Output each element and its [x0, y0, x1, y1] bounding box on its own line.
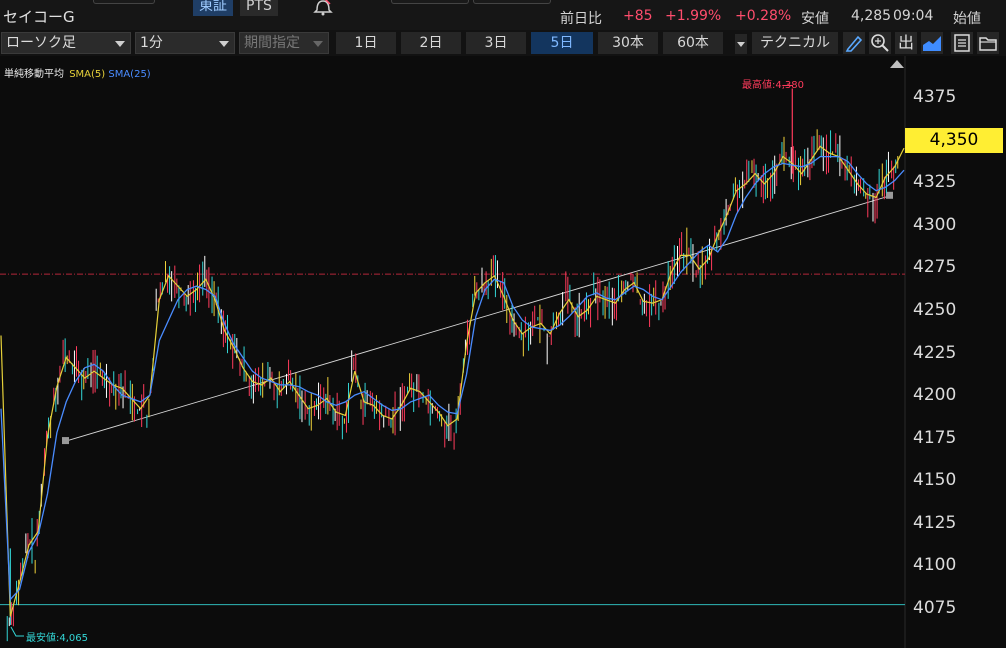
- y-tick-label: 4175: [913, 427, 957, 448]
- period-60bars-button[interactable]: 60本: [663, 32, 723, 54]
- period-1day-button[interactable]: 1日: [336, 32, 396, 54]
- chevron-down-icon: [115, 41, 125, 47]
- period-specify-select[interactable]: 期間指定: [239, 32, 329, 54]
- high-price-label: 最高値:4,380: [742, 80, 804, 91]
- zoom-icon[interactable]: [869, 32, 891, 54]
- tab-pts[interactable]: PTS: [240, 0, 278, 16]
- prev-day-label: 前日比: [560, 11, 602, 27]
- current-price-tag: 4,350: [905, 127, 1003, 153]
- low-price-value: 4,285: [851, 8, 892, 24]
- period-2day-button[interactable]: 2日: [401, 32, 461, 54]
- y-tick-label: 4125: [913, 512, 957, 533]
- interval-label: 1分: [140, 35, 163, 51]
- hidden-button-b[interactable]: [391, 0, 469, 4]
- period-specify-label: 期間指定: [244, 35, 300, 51]
- change-value: +85: [623, 8, 653, 24]
- draw-pen-icon[interactable]: [843, 32, 865, 54]
- chevron-down-icon: [219, 41, 229, 47]
- interval-select[interactable]: 1分: [135, 32, 235, 54]
- y-tick-label: 4375: [913, 87, 957, 107]
- hidden-button-a[interactable]: [93, 0, 155, 4]
- area-chart-icon[interactable]: [921, 32, 943, 54]
- y-tick-label: 4275: [913, 257, 957, 278]
- period-more-button[interactable]: [735, 34, 747, 54]
- price-chart[interactable]: [0, 56, 1006, 648]
- chevron-down-icon: [737, 42, 745, 47]
- y-tick-label: 4100: [913, 555, 957, 576]
- chevron-down-icon: [313, 41, 323, 47]
- chart-type-label: ローソク足: [6, 35, 76, 51]
- change-percent: +1.99%: [665, 8, 722, 24]
- chart-type-select[interactable]: ローソク足: [1, 32, 131, 54]
- period-5day-button[interactable]: 5日: [531, 32, 593, 54]
- alert-bell-icon[interactable]: [312, 0, 334, 16]
- save-icon[interactable]: [951, 32, 973, 54]
- y-tick-label: 4150: [913, 470, 957, 491]
- y-tick-label: 4225: [913, 342, 957, 363]
- open-price-label: 始値: [953, 11, 981, 27]
- trendline: [65, 195, 891, 442]
- trendline-handle: [62, 437, 69, 445]
- legend-sma25: SMA(25): [108, 69, 151, 80]
- sma25-line: [0, 155, 905, 602]
- y-tick-label: 4200: [913, 385, 957, 406]
- chart-toolbar: ローソク足 1分 期間指定 1日 2日 3日 5日 30本 60本 テクニカル …: [0, 30, 1006, 56]
- low-price-label: 安値: [801, 11, 829, 27]
- collapse-panel-icon[interactable]: [890, 60, 904, 68]
- header-bar: セイコーG 東証 PTS 前日比 +85 +1.99% +0.28% 安値 4,…: [0, 0, 1006, 30]
- legend-indicator-label: 単純移動平均: [4, 69, 64, 80]
- indicator-legend: 単純移動平均 SMA(5) SMA(25): [4, 65, 151, 80]
- sub-change-percent: +0.28%: [735, 8, 792, 24]
- hidden-button-c[interactable]: [473, 0, 551, 4]
- technical-button[interactable]: テクニカル: [752, 32, 838, 54]
- low-price-label: 最安値:4,065: [26, 633, 88, 644]
- tab-tse[interactable]: 東証: [193, 0, 233, 16]
- y-tick-label: 4075: [913, 598, 957, 618]
- folder-icon[interactable]: [977, 32, 999, 54]
- output-icon[interactable]: 出: [895, 32, 917, 54]
- sma5-line: [0, 145, 905, 617]
- y-tick-label: 4325: [913, 172, 957, 193]
- low-marker: [10, 626, 24, 637]
- y-tick-label: 4250: [913, 299, 957, 320]
- stock-name: セイコーG: [3, 8, 75, 26]
- period-3day-button[interactable]: 3日: [466, 32, 526, 54]
- period-30bars-button[interactable]: 30本: [598, 32, 658, 54]
- trendline-handle: [886, 191, 893, 199]
- y-tick-label: 4300: [913, 214, 957, 235]
- quote-time: 09:04: [893, 8, 934, 24]
- legend-sma5: SMA(5): [69, 69, 106, 80]
